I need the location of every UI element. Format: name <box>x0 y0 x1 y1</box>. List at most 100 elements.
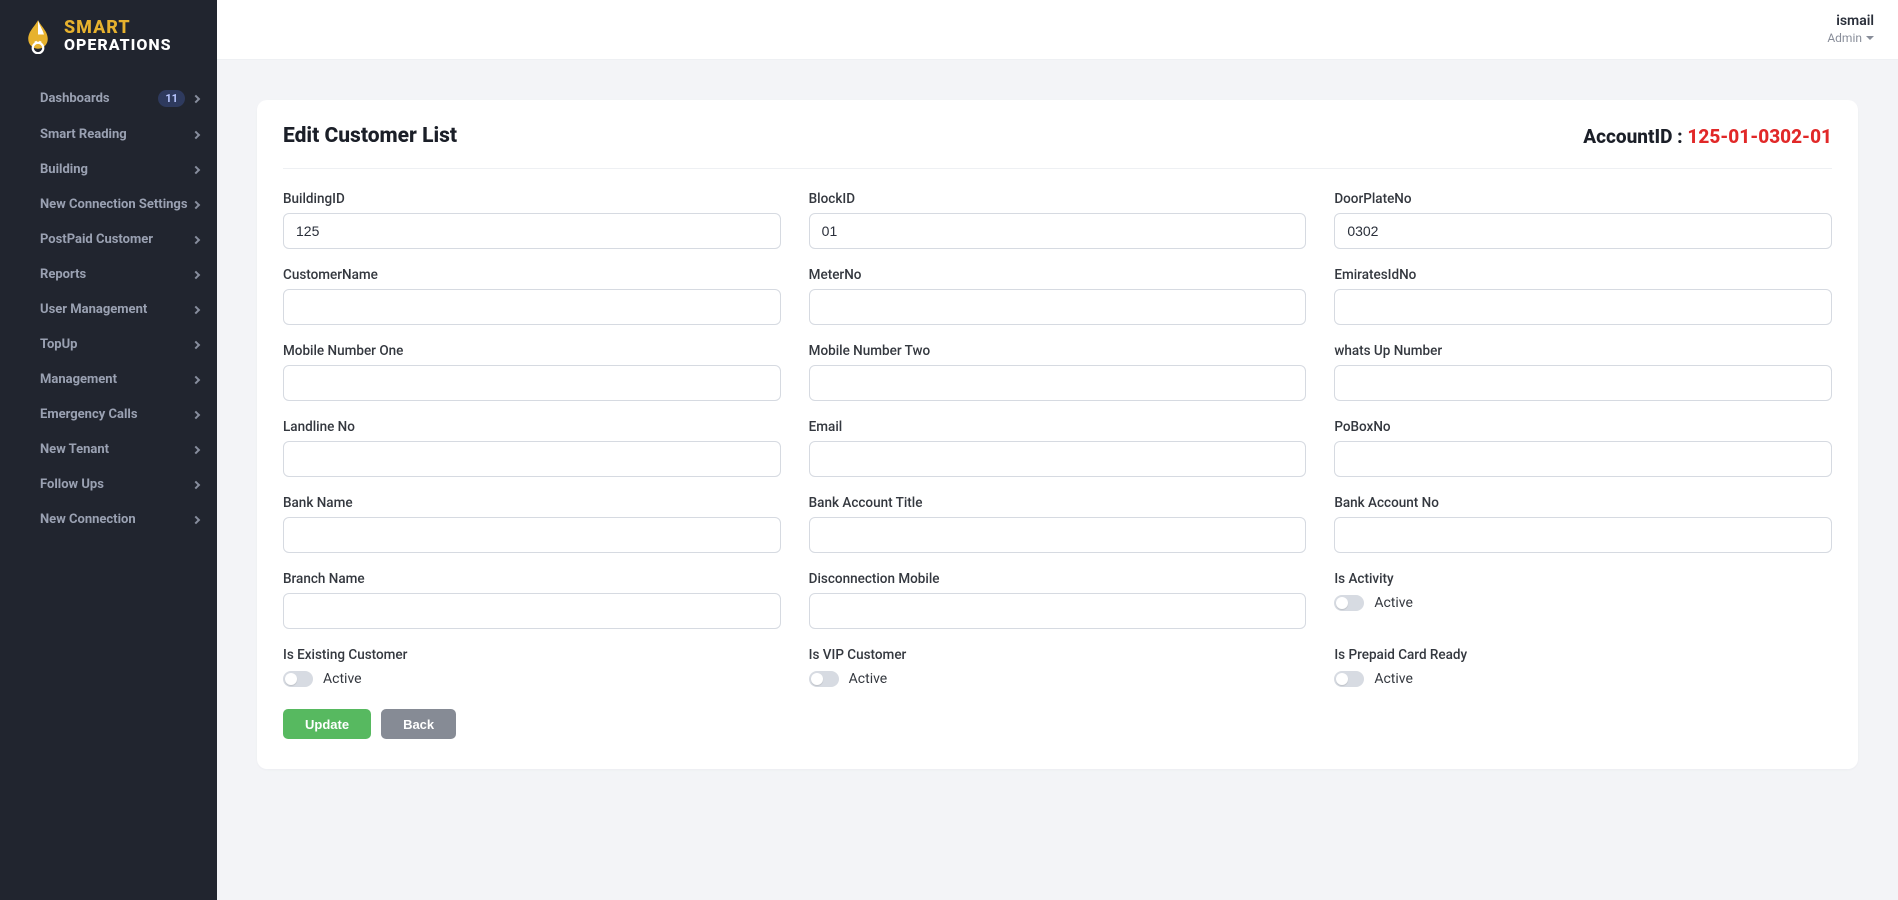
label: Branch Name <box>283 571 781 587</box>
toggle-state: Active <box>1374 595 1413 611</box>
disconnection-mobile-input[interactable] <box>809 593 1307 629</box>
main: ismail Admin Edit Customer List AccountI… <box>217 0 1898 900</box>
sidebar-item-label: Management <box>40 372 117 387</box>
email-input[interactable] <box>809 441 1307 477</box>
sidebar-item-management[interactable]: Management <box>0 362 217 397</box>
user-menu[interactable]: ismail Admin <box>1827 13 1874 45</box>
sidebar-item-follow-ups[interactable]: Follow Ups <box>0 467 217 502</box>
field-bank-name: Bank Name <box>283 495 781 553</box>
customer-name-input[interactable] <box>283 289 781 325</box>
field-is-existing: Is Existing Customer Active <box>283 647 781 687</box>
chevron-right-icon <box>192 375 200 383</box>
edit-customer-card: Edit Customer List AccountID : 125-01-03… <box>257 100 1858 769</box>
label: Bank Account Title <box>809 495 1307 511</box>
sidebar-item-label: Building <box>40 162 88 177</box>
chevron-right-icon <box>192 130 200 138</box>
back-button[interactable]: Back <box>381 709 456 739</box>
sidebar-item-user-management[interactable]: User Management <box>0 292 217 327</box>
is-prepaid-toggle[interactable] <box>1334 671 1364 687</box>
field-building-id: BuildingID <box>283 191 781 249</box>
is-vip-toggle[interactable] <box>809 671 839 687</box>
sidebar-item-label: New Connection Settings <box>40 197 188 212</box>
label: PoBoxNo <box>1334 419 1832 435</box>
label: EmiratesIdNo <box>1334 267 1832 283</box>
account-id-value: 125-01-0302-01 <box>1687 125 1832 148</box>
form: BuildingID BlockID DoorPlateNo CustomerN… <box>283 191 1832 687</box>
field-whatsup-number: whats Up Number <box>1334 343 1832 401</box>
sidebar-item-label: Follow Ups <box>40 477 104 492</box>
meter-no-input[interactable] <box>809 289 1307 325</box>
field-is-activity: Is Activity Active <box>1334 571 1832 629</box>
sidebar-item-emergency-calls[interactable]: Emergency Calls <box>0 397 217 432</box>
label: Mobile Number Two <box>809 343 1307 359</box>
branch-name-input[interactable] <box>283 593 781 629</box>
sidebar-item-building[interactable]: Building <box>0 152 217 187</box>
field-mobile-two: Mobile Number Two <box>809 343 1307 401</box>
label: Is Activity <box>1334 571 1832 587</box>
sidebar-item-dashboards[interactable]: Dashboards 11 <box>0 80 217 117</box>
sidebar-item-label: Reports <box>40 267 86 282</box>
label: BlockID <box>809 191 1307 207</box>
sidebar-item-label: Emergency Calls <box>40 407 138 422</box>
chevron-right-icon <box>192 165 200 173</box>
sidebar-item-label: New Tenant <box>40 442 109 457</box>
field-door-plate-no: DoorPlateNo <box>1334 191 1832 249</box>
sidebar-item-reports[interactable]: Reports <box>0 257 217 292</box>
block-id-input[interactable] <box>809 213 1307 249</box>
sidebar-item-smart-reading[interactable]: Smart Reading <box>0 117 217 152</box>
field-landline: Landline No <box>283 419 781 477</box>
bank-title-input[interactable] <box>809 517 1307 553</box>
sidebar: SMART OPERATIONS Dashboards 11 Smart Rea… <box>0 0 217 900</box>
bank-name-input[interactable] <box>283 517 781 553</box>
field-bank-account-no: Bank Account No <box>1334 495 1832 553</box>
sidebar-item-topup[interactable]: TopUp <box>0 327 217 362</box>
chevron-right-icon <box>192 94 200 102</box>
landline-input[interactable] <box>283 441 781 477</box>
chevron-right-icon <box>192 445 200 453</box>
field-email: Email <box>809 419 1307 477</box>
sidebar-item-label: New Connection <box>40 512 136 527</box>
sidebar-item-new-connection[interactable]: New Connection <box>0 502 217 537</box>
whatsup-number-input[interactable] <box>1334 365 1832 401</box>
account-id-label: AccountID : <box>1583 125 1687 148</box>
sidebar-item-label: Smart Reading <box>40 127 127 142</box>
field-meter-no: MeterNo <box>809 267 1307 325</box>
content: Edit Customer List AccountID : 125-01-03… <box>217 60 1898 809</box>
sidebar-item-new-connection-settings[interactable]: New Connection Settings <box>0 187 217 222</box>
sidebar-item-new-tenant[interactable]: New Tenant <box>0 432 217 467</box>
label: Landline No <box>283 419 781 435</box>
label: BuildingID <box>283 191 781 207</box>
sidebar-item-label: Dashboards <box>40 91 110 106</box>
label: MeterNo <box>809 267 1307 283</box>
building-id-input[interactable] <box>283 213 781 249</box>
is-existing-toggle[interactable] <box>283 671 313 687</box>
mobile-two-input[interactable] <box>809 365 1307 401</box>
label: Is Prepaid Card Ready <box>1334 647 1832 663</box>
update-button[interactable]: Update <box>283 709 371 739</box>
toggle-state: Active <box>849 671 888 687</box>
emirates-id-input[interactable] <box>1334 289 1832 325</box>
label: whats Up Number <box>1334 343 1832 359</box>
field-block-id: BlockID <box>809 191 1307 249</box>
mobile-one-input[interactable] <box>283 365 781 401</box>
label: Bank Name <box>283 495 781 511</box>
logo-icon <box>20 18 56 54</box>
field-branch-name: Branch Name <box>283 571 781 629</box>
field-is-prepaid: Is Prepaid Card Ready Active <box>1334 647 1832 687</box>
field-customer-name: CustomerName <box>283 267 781 325</box>
label: Is VIP Customer <box>809 647 1307 663</box>
field-disconnection-mobile: Disconnection Mobile <box>809 571 1307 629</box>
is-activity-toggle[interactable] <box>1334 595 1364 611</box>
bank-account-no-input[interactable] <box>1334 517 1832 553</box>
page-title: Edit Customer List <box>283 124 457 148</box>
label: Email <box>809 419 1307 435</box>
toggle-state: Active <box>323 671 362 687</box>
account-id: AccountID : 125-01-0302-01 <box>1583 125 1832 148</box>
sidebar-item-postpaid-customer[interactable]: PostPaid Customer <box>0 222 217 257</box>
pobox-input[interactable] <box>1334 441 1832 477</box>
sidebar-item-label: TopUp <box>40 337 78 352</box>
chevron-right-icon <box>192 340 200 348</box>
door-plate-no-input[interactable] <box>1334 213 1832 249</box>
card-header: Edit Customer List AccountID : 125-01-03… <box>283 124 1832 169</box>
label: CustomerName <box>283 267 781 283</box>
